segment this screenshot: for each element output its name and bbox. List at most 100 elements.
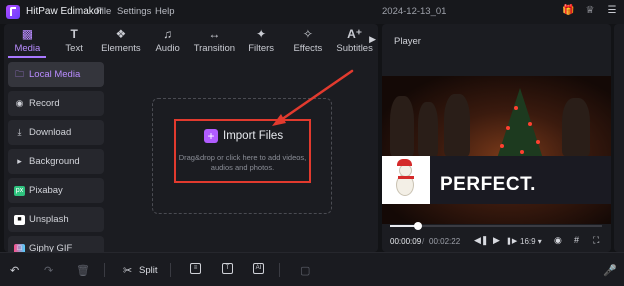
import-files-label: Import Files	[223, 130, 284, 142]
tab-transition[interactable]: ↔ Transition	[191, 24, 238, 58]
sidebar-item-label: Pixabay	[29, 185, 63, 196]
player-panel: Player PERFECT. 00:00:09 / 00:02:22 ◀❚ ▶…	[382, 24, 611, 252]
folder-icon: 🗀	[14, 68, 24, 79]
sidebar-item-pixabay[interactable]: px Pixabay	[8, 178, 104, 203]
fullscreen-icon[interactable]: ⛶	[593, 235, 599, 246]
title-bar: HitPaw Edimakor File Settings Help 2024-…	[0, 0, 624, 24]
menu-file[interactable]: File	[96, 6, 111, 17]
tabs-scroll-right-icon[interactable]: ▶	[369, 34, 376, 45]
sidebar-item-label: Download	[29, 127, 72, 138]
total-time: 00:02:22	[429, 237, 461, 246]
tab-media[interactable]: ▩ Media	[4, 24, 51, 58]
play-triangle-icon: ▸	[17, 156, 22, 166]
subtitle-box-icon[interactable]: ≡	[190, 263, 201, 274]
pixabay-icon: px	[14, 185, 25, 196]
undo-icon[interactable]: ↶	[10, 264, 19, 277]
aspect-ratio-value: 16:9	[520, 237, 536, 246]
menu-help[interactable]: Help	[155, 6, 175, 17]
sidebar-item-label: Local Media	[29, 69, 81, 80]
scene-figure	[562, 98, 590, 156]
hamburger-menu-icon[interactable]: ☰	[606, 4, 618, 18]
step-forward-icon[interactable]: ❚▶	[506, 237, 517, 245]
current-time: 00:00:09	[390, 237, 422, 246]
import-files-button[interactable]: + Import Files	[204, 129, 283, 143]
aspect-ratio-select[interactable]: 16:9 ▾	[520, 237, 542, 246]
crop-icon[interactable]: ▢	[300, 264, 310, 277]
elements-icon: ❖	[115, 27, 127, 41]
tree-light	[506, 126, 510, 130]
tab-label: Text	[65, 43, 83, 54]
scene-figure	[444, 94, 470, 156]
scene-figure	[418, 102, 438, 156]
toolbar-divider	[279, 263, 280, 277]
import-hint-text: Drag&drop or click here to add videos, a…	[178, 153, 307, 172]
tree-light	[520, 150, 524, 154]
crown-icon[interactable]: ♕	[584, 4, 596, 18]
timeline-toolbar: ↶ ↷ 🗑 ✂ Split ≡ T AI ▢ 🎤	[0, 252, 624, 286]
sidebar-item-local-media[interactable]: 🗀 Local Media	[8, 62, 104, 87]
snowman-sticker	[382, 156, 430, 204]
import-files-highlight[interactable]: + Import Files Drag&drop or click here t…	[174, 119, 311, 183]
audio-icon: ♫	[163, 27, 173, 41]
download-icon: ⤓	[17, 127, 22, 137]
time-separator: /	[422, 237, 425, 246]
split-button[interactable]: Split	[139, 265, 157, 276]
playback-progress-bar[interactable]	[390, 222, 602, 230]
record-icon: ◉	[15, 98, 24, 108]
tree-light	[500, 144, 504, 148]
microphone-icon[interactable]: 🎤	[603, 264, 617, 277]
filters-icon: ✦	[256, 27, 267, 41]
toolbar-divider	[104, 263, 105, 277]
tab-text[interactable]: T Text	[51, 24, 98, 58]
tab-label: Subtitles	[336, 43, 373, 54]
gift-icon[interactable]: 🎁	[562, 4, 574, 18]
tab-label: Effects	[293, 43, 323, 54]
sidebar-item-unsplash[interactable]: ■ Unsplash	[8, 207, 104, 232]
camera-icon[interactable]: ◉	[554, 235, 562, 246]
tab-label: Media	[14, 43, 41, 54]
tab-bar: ▩ Media T Text ❖ Elements ♫ Audio ↔ Tran…	[4, 24, 378, 58]
redo-icon[interactable]: ↷	[44, 264, 53, 277]
transition-icon: ↔	[208, 27, 221, 41]
scissors-icon[interactable]: ✂	[123, 264, 132, 277]
tab-label: Audio	[155, 43, 180, 54]
sidebar-item-record[interactable]: ◉ Record	[8, 91, 104, 116]
sidebar-item-background[interactable]: ▸ Background	[8, 149, 104, 174]
app-name: HitPaw Edimakor	[26, 6, 103, 17]
tab-elements[interactable]: ❖ Elements	[98, 24, 145, 58]
tab-label: Elements	[101, 43, 141, 54]
overlay-text: PERFECT.	[440, 174, 536, 195]
tab-effects[interactable]: ✧ Effects	[285, 24, 332, 58]
tab-filters[interactable]: ✦ Filters	[238, 24, 285, 58]
effects-icon: ✧	[302, 27, 313, 41]
media-icon: ▩	[21, 27, 34, 41]
ai-box-icon[interactable]: AI	[253, 263, 264, 274]
player-title: Player	[394, 36, 421, 47]
tab-label: Filters	[248, 43, 275, 54]
progress-handle[interactable]	[413, 222, 422, 230]
project-name: 2024-12-13_01	[382, 6, 447, 17]
sidebar-item-label: Giphy GIF	[29, 243, 73, 252]
sidebar-item-label: Record	[29, 98, 60, 109]
tab-audio[interactable]: ♫ Audio	[144, 24, 191, 58]
step-back-icon[interactable]: ◀❚	[474, 235, 488, 246]
menu-settings[interactable]: Settings	[117, 6, 151, 17]
sidebar-item-label: Unsplash	[29, 214, 69, 225]
app-logo	[6, 5, 20, 19]
media-sidebar: 🗀 Local Media ◉ Record ⤓ Download ▸ Back…	[8, 62, 104, 252]
video-preview[interactable]: PERFECT.	[382, 76, 611, 224]
text-box-icon[interactable]: T	[222, 263, 233, 274]
player-controls: 00:00:09 / 00:02:22 ◀❚ ▶ ❚▶ 16:9 ▾ ◉ # ⛶	[382, 234, 611, 250]
play-icon[interactable]: ▶	[493, 235, 500, 246]
grid-icon[interactable]: #	[574, 235, 579, 245]
tree-light	[536, 140, 540, 144]
tree-light	[514, 106, 518, 110]
delete-icon[interactable]: 🗑	[76, 264, 90, 277]
tree-light	[528, 122, 532, 126]
unsplash-icon: ■	[14, 214, 25, 225]
plus-icon: +	[204, 129, 218, 143]
toolbar-divider	[170, 263, 171, 277]
tab-label: Transition	[193, 43, 236, 54]
sidebar-item-giphy-gif[interactable]: □ Giphy GIF	[8, 236, 104, 252]
sidebar-item-download[interactable]: ⤓ Download	[8, 120, 104, 145]
